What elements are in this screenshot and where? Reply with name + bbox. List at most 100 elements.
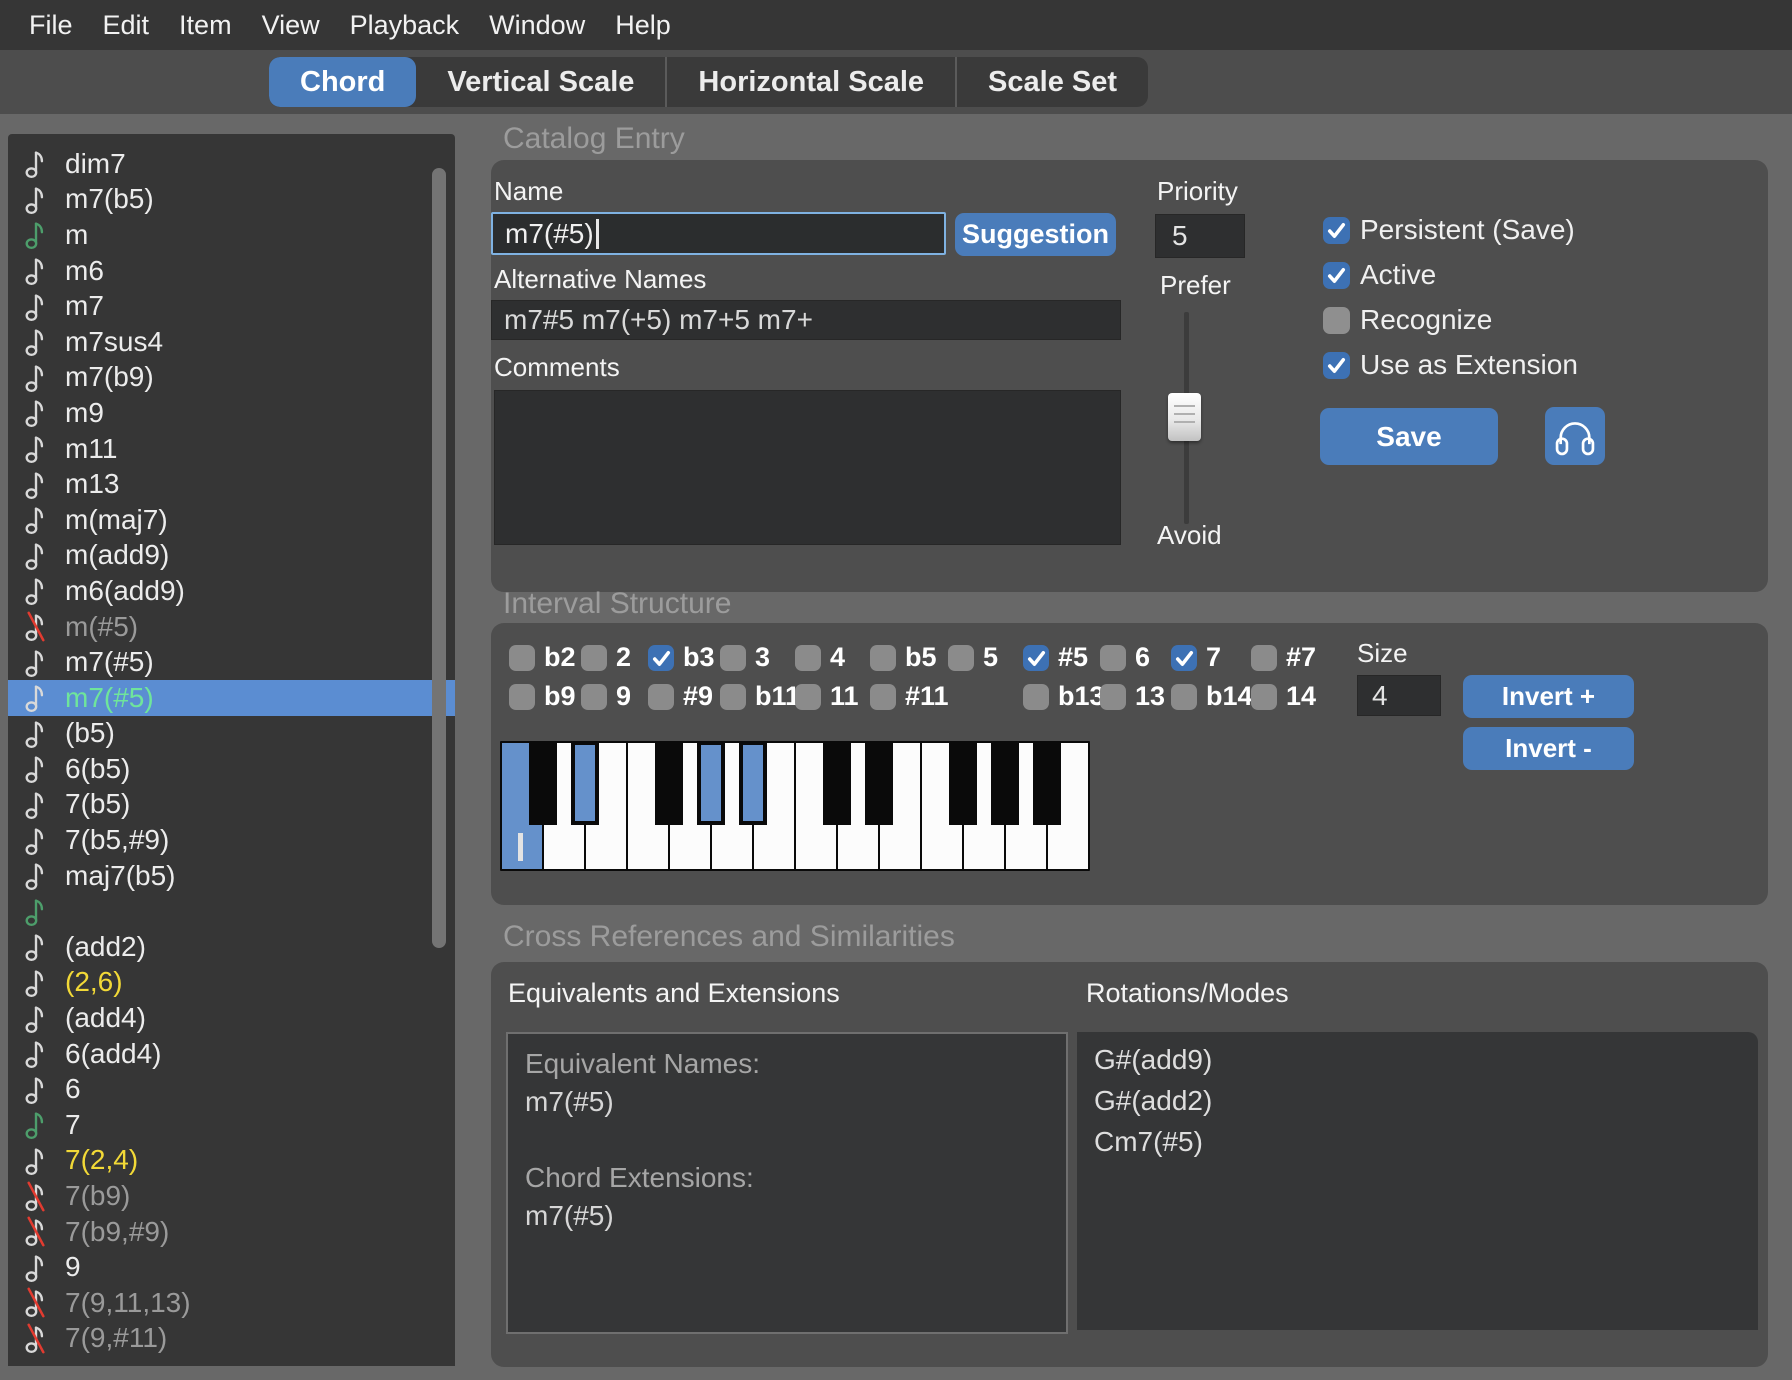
list-item-7-b5-9[interactable]: 7(b5,#9): [8, 822, 455, 858]
list-item-m13[interactable]: m13: [8, 466, 455, 502]
interval-checkbox-7[interactable]: [1171, 645, 1197, 671]
rotation-item-g-add2[interactable]: G#(add2): [1094, 1085, 1212, 1117]
priority-input[interactable]: 5: [1155, 214, 1245, 258]
checkbox-persistent-save[interactable]: [1323, 217, 1350, 244]
list-item-m6-add9[interactable]: m6(add9): [8, 573, 455, 609]
menu-file[interactable]: File: [14, 0, 88, 50]
prefer-avoid-slider-handle[interactable]: [1168, 393, 1201, 441]
interval-checkbox-b13[interactable]: [1023, 684, 1049, 710]
interval-checkbox-9[interactable]: [581, 684, 607, 710]
black-key-c-1[interactable]: [823, 741, 851, 825]
checkbox-active[interactable]: [1323, 262, 1350, 289]
list-item-9[interactable]: 9: [8, 1249, 455, 1285]
black-key-f-1[interactable]: [949, 741, 977, 825]
interval-checkbox-14[interactable]: [1251, 684, 1277, 710]
list-item-m9[interactable]: m9: [8, 395, 455, 431]
tab-chord[interactable]: Chord: [269, 57, 416, 107]
menu-view[interactable]: View: [247, 0, 335, 50]
list-item-7-9-11[interactable]: 7(9,#11): [8, 1321, 455, 1357]
black-key-d-1[interactable]: [865, 741, 893, 825]
interval-checkbox-7[interactable]: [1251, 645, 1277, 671]
list-item-dim7[interactable]: dim7: [8, 146, 455, 182]
interval-checkbox-3[interactable]: [720, 645, 746, 671]
interval-checkbox-2[interactable]: [581, 645, 607, 671]
menu-playback[interactable]: Playback: [335, 0, 475, 50]
invert-plus-button[interactable]: Invert +: [1463, 675, 1634, 718]
tab-horizontal-scale[interactable]: Horizontal Scale: [665, 57, 955, 107]
black-key-g-1[interactable]: [991, 741, 1019, 825]
interval-checkbox-b11[interactable]: [720, 684, 746, 710]
list-item-7[interactable]: 7: [8, 1107, 455, 1143]
save-button[interactable]: Save: [1320, 408, 1498, 465]
list-item-maj7-b5[interactable]: maj7(b5): [8, 858, 455, 894]
interval-checkbox-b2[interactable]: [509, 645, 535, 671]
list-item-6-add4[interactable]: 6(add4): [8, 1036, 455, 1072]
checkbox-use-as-extension[interactable]: [1323, 352, 1350, 379]
interval-checkbox-b9[interactable]: [509, 684, 535, 710]
menu-edit[interactable]: Edit: [88, 0, 165, 50]
interval-checkbox-11[interactable]: [870, 684, 896, 710]
list-item-m11[interactable]: m11: [8, 431, 455, 467]
name-input[interactable]: m7(#5): [491, 212, 946, 255]
list-item-blank[interactable]: [8, 893, 455, 929]
menu-help[interactable]: Help: [600, 0, 686, 50]
interval-checkbox-11[interactable]: [795, 684, 821, 710]
list-item-7-b9[interactable]: 7(b9): [8, 1178, 455, 1214]
list-item-7-b5[interactable]: 7(b5): [8, 787, 455, 823]
interval-checkbox-5[interactable]: [1023, 645, 1049, 671]
list-item-m7-5[interactable]: m7(#5): [8, 644, 455, 680]
interval-checkbox-b5[interactable]: [870, 645, 896, 671]
interval-label-11: 11: [830, 681, 859, 712]
alternative-names-input[interactable]: m7#5 m7(+5) m7+5 m7+: [491, 300, 1121, 340]
list-item-2-6[interactable]: (2,6): [8, 965, 455, 1001]
list-item-label: 7(b9,#9): [65, 1216, 169, 1248]
tab-vertical-scale[interactable]: Vertical Scale: [416, 57, 665, 107]
list-item-add4[interactable]: (add4): [8, 1000, 455, 1036]
list-item-m7[interactable]: m7: [8, 288, 455, 324]
black-key-a-1[interactable]: [1033, 741, 1061, 825]
list-item-7-b9-9[interactable]: 7(b9,#9): [8, 1214, 455, 1250]
tab-scale-set[interactable]: Scale Set: [955, 57, 1148, 107]
list-item-m[interactable]: m: [8, 217, 455, 253]
list-item-7-9-11-13[interactable]: 7(9,11,13): [8, 1285, 455, 1321]
black-key-c-0[interactable]: [529, 741, 557, 825]
menu-item[interactable]: Item: [164, 0, 247, 50]
black-key-g-0[interactable]: [697, 741, 725, 825]
rotation-item-cm7-5[interactable]: Cm7(#5): [1094, 1126, 1203, 1158]
invert-minus-button[interactable]: Invert -: [1463, 727, 1634, 770]
crossed-note-icon: [24, 611, 48, 642]
listen-button[interactable]: [1545, 407, 1605, 465]
list-item-m-5[interactable]: m(#5): [8, 609, 455, 645]
interval-checkbox-b3[interactable]: [648, 645, 674, 671]
rotation-item-g-add9[interactable]: G#(add9): [1094, 1044, 1212, 1076]
list-item-m7-5[interactable]: m7(#5): [8, 680, 455, 716]
black-key-f-0[interactable]: [655, 741, 683, 825]
list-item-m7-b9[interactable]: m7(b9): [8, 360, 455, 396]
interval-checkbox-6[interactable]: [1100, 645, 1126, 671]
sidebar-scrollbar-thumb[interactable]: [432, 168, 446, 948]
interval-checkbox-4[interactable]: [795, 645, 821, 671]
comments-textarea[interactable]: [494, 390, 1121, 545]
list-item-m-add9[interactable]: m(add9): [8, 538, 455, 574]
interval-checkbox-5[interactable]: [948, 645, 974, 671]
list-item-m-maj7[interactable]: m(maj7): [8, 502, 455, 538]
list-item-add2[interactable]: (add2): [8, 929, 455, 965]
interval-checkbox-b14[interactable]: [1171, 684, 1197, 710]
list-item-m7-b5[interactable]: m7(b5): [8, 182, 455, 218]
interval-checkbox-13[interactable]: [1100, 684, 1126, 710]
list-item-7-2-4[interactable]: 7(2,4): [8, 1143, 455, 1179]
list-item-6-b5[interactable]: 6(b5): [8, 751, 455, 787]
list-item-m7sus4[interactable]: m7sus4: [8, 324, 455, 360]
list-item-6[interactable]: 6: [8, 1071, 455, 1107]
menu-window[interactable]: Window: [474, 0, 600, 50]
note-icon: [24, 789, 48, 820]
catalog-entry-section-title: Catalog Entry: [503, 122, 685, 156]
list-item-b5[interactable]: (b5): [8, 716, 455, 752]
size-input[interactable]: 4: [1357, 675, 1441, 716]
list-item-m6[interactable]: m6: [8, 253, 455, 289]
checkbox-recognize[interactable]: [1323, 307, 1350, 334]
suggestion-button[interactable]: Suggestion: [955, 213, 1116, 256]
black-key-a-0[interactable]: [739, 741, 767, 825]
black-key-d-0[interactable]: [571, 741, 599, 825]
interval-checkbox-9[interactable]: [648, 684, 674, 710]
